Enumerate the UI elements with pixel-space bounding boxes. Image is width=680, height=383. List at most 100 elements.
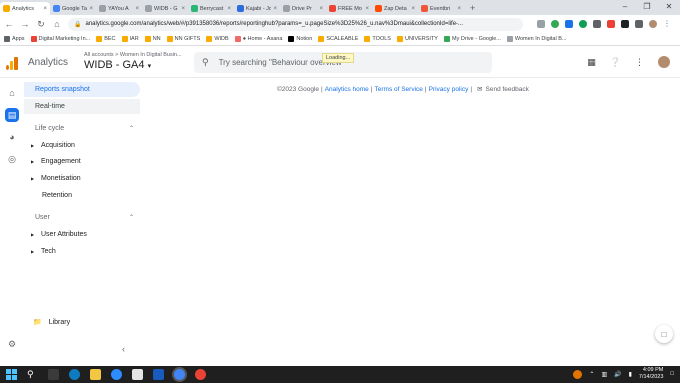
section-user[interactable]: User ⌃ — [24, 211, 140, 223]
privacy-link[interactable]: Privacy policy — [429, 86, 469, 93]
reports-nav-icon[interactable]: ▤ — [5, 108, 19, 122]
extension-green-icon[interactable] — [579, 20, 587, 28]
lock-icon[interactable]: 🔒 — [74, 21, 81, 28]
home-icon[interactable]: ⌂ — [52, 19, 62, 29]
clock[interactable]: 4:09 PM 7/14/2023 — [639, 367, 663, 381]
profile-avatar-icon[interactable] — [649, 20, 657, 28]
more-vert-icon[interactable]: ⋮ — [635, 57, 644, 68]
bookmark-item[interactable]: Notion — [288, 36, 312, 42]
bookmark-item[interactable]: Digital Marketing In... — [30, 36, 90, 42]
share-icon[interactable] — [537, 20, 545, 28]
analytics-logo-icon[interactable] — [6, 56, 20, 70]
bookmark-item[interactable]: SCALEABLE — [318, 36, 358, 42]
browser-tab[interactable]: YAYou A × — [96, 2, 142, 15]
nav-retention[interactable]: Retention — [24, 189, 140, 201]
bookmark-item[interactable]: UNIVERSITY — [396, 36, 438, 42]
browser-tab[interactable]: FREE Mo × — [326, 2, 372, 15]
nav-monetisation[interactable]: ▶ Monetisation — [24, 172, 140, 184]
browser-tab[interactable]: Drive Pr × — [280, 2, 326, 15]
tab-close-icon[interactable]: × — [181, 6, 185, 12]
bookmark-item[interactable]: WIDB — [206, 36, 229, 42]
apps-grid-icon[interactable]: ▦ — [587, 57, 596, 68]
file-explorer-icon[interactable] — [90, 369, 101, 380]
url-bar[interactable]: 🔒 analytics.google.com/analytics/web/#/p… — [68, 17, 523, 31]
browser-tab[interactable]: Berrycast × — [188, 2, 234, 15]
tray-app-icon[interactable] — [573, 369, 583, 379]
new-tab-icon[interactable]: + — [470, 3, 475, 13]
volume-icon[interactable]: 🔊 — [614, 371, 621, 378]
minimize-icon[interactable]: – — [614, 0, 636, 15]
extension-blue-icon[interactable] — [565, 20, 573, 28]
windows-start-icon[interactable] — [6, 369, 17, 380]
browser-tab[interactable]: Eventbri × — [418, 2, 464, 15]
sidebar-panel-icon[interactable] — [635, 20, 643, 28]
forward-arrow-icon[interactable]: → — [20, 19, 30, 29]
bookmark-item[interactable]: TOOLS — [364, 36, 391, 42]
bookmark-item[interactable]: ● Home - Asana — [234, 36, 282, 42]
terms-link[interactable]: Terms of Service — [375, 86, 423, 93]
bookmark-item[interactable]: IAR — [121, 36, 139, 42]
browser-tab[interactable]: Zap Deta × — [372, 2, 418, 15]
explore-nav-icon[interactable]: ◕ — [5, 130, 19, 144]
mail-icon[interactable] — [132, 369, 143, 380]
advertising-nav-icon[interactable]: ◎ — [5, 152, 19, 166]
nav-library[interactable]: 📁 Library — [33, 318, 70, 327]
tab-close-icon[interactable]: × — [273, 6, 277, 12]
browser-tab[interactable]: Analytics × — [0, 2, 50, 15]
section-lifecycle[interactable]: Life cycle ⌃ — [24, 122, 140, 134]
chat-feedback-icon[interactable]: □ — [655, 325, 673, 343]
edge-icon[interactable] — [69, 369, 80, 380]
task-view-icon[interactable] — [48, 369, 59, 380]
analytics-home-link[interactable]: Analytics home — [325, 86, 369, 93]
taskbar-search-icon[interactable]: ⚲ — [27, 369, 38, 380]
tab-close-icon[interactable]: × — [43, 6, 47, 12]
nav-realtime[interactable]: Real-time — [24, 99, 140, 114]
collapse-nav-icon[interactable]: ‹ — [122, 344, 125, 354]
back-arrow-icon[interactable]: ← — [4, 19, 14, 29]
grammarly-icon[interactable] — [551, 20, 559, 28]
chrome-active-icon[interactable] — [174, 369, 185, 380]
account-avatar[interactable] — [658, 56, 670, 68]
bookmark-item[interactable]: Apps — [4, 36, 25, 42]
puzzle-extensions-icon[interactable] — [621, 20, 629, 28]
tab-close-icon[interactable]: × — [135, 6, 139, 12]
tab-close-icon[interactable]: × — [365, 6, 369, 12]
extension-dark-icon[interactable] — [593, 20, 601, 28]
reload-icon[interactable]: ↻ — [36, 19, 46, 30]
nav-tech[interactable]: ▶ Tech — [24, 245, 140, 257]
battery-icon[interactable]: ▮ — [629, 371, 632, 378]
maximize-icon[interactable]: ❐ — [636, 0, 658, 15]
network-icon[interactable]: ▥ — [601, 371, 607, 378]
tab-close-icon[interactable]: × — [227, 6, 231, 12]
settings-gear-icon[interactable]: ⚙ — [5, 337, 19, 351]
browser-tab[interactable]: Google Ta × — [50, 2, 96, 15]
chevron-up-tray-icon[interactable]: ⌃ — [589, 371, 594, 378]
tab-close-icon[interactable]: × — [457, 6, 461, 12]
nav-engagement[interactable]: ▶ Engagement — [24, 155, 140, 167]
browser-menu-icon[interactable]: ⋮ — [663, 20, 671, 28]
chrome-icon[interactable] — [195, 369, 206, 380]
zoom-icon[interactable] — [111, 369, 122, 380]
close-window-icon[interactable]: ✕ — [658, 0, 680, 15]
notification-icon[interactable]: □ — [670, 371, 674, 377]
tab-close-icon[interactable]: × — [411, 6, 415, 12]
browser-tab[interactable]: WIDB - G × — [142, 2, 188, 15]
nav-reports-snapshot[interactable]: Reports snapshot — [24, 82, 140, 97]
browser-tab[interactable]: Kajabi - Jo × — [234, 2, 280, 15]
bookmark-item[interactable]: NN — [144, 36, 161, 42]
word-icon[interactable] — [153, 369, 164, 380]
nav-user-attributes[interactable]: ▶ User Attributes — [24, 228, 140, 240]
tab-close-icon[interactable]: × — [89, 6, 93, 12]
send-feedback-link[interactable]: ✉ Send feedback — [477, 85, 529, 94]
bookmark-item[interactable]: Women In Digital B... — [506, 36, 566, 42]
bookmark-folder-icon — [364, 36, 371, 42]
bookmark-item[interactable]: My Drive - Google... — [443, 36, 501, 42]
bookmark-item[interactable]: NN GIFTS — [166, 36, 200, 42]
pen-extension-icon[interactable] — [607, 20, 615, 28]
tab-close-icon[interactable]: × — [319, 6, 323, 12]
bookmark-item[interactable]: BEC — [96, 36, 116, 42]
home-nav-icon[interactable]: ⌂ — [5, 86, 19, 100]
account-picker[interactable]: All accounts > Women In Digital Busin...… — [84, 52, 182, 71]
nav-acquisition[interactable]: ▶ Acquisition — [24, 139, 140, 151]
help-icon[interactable]: ❔ — [610, 57, 621, 68]
